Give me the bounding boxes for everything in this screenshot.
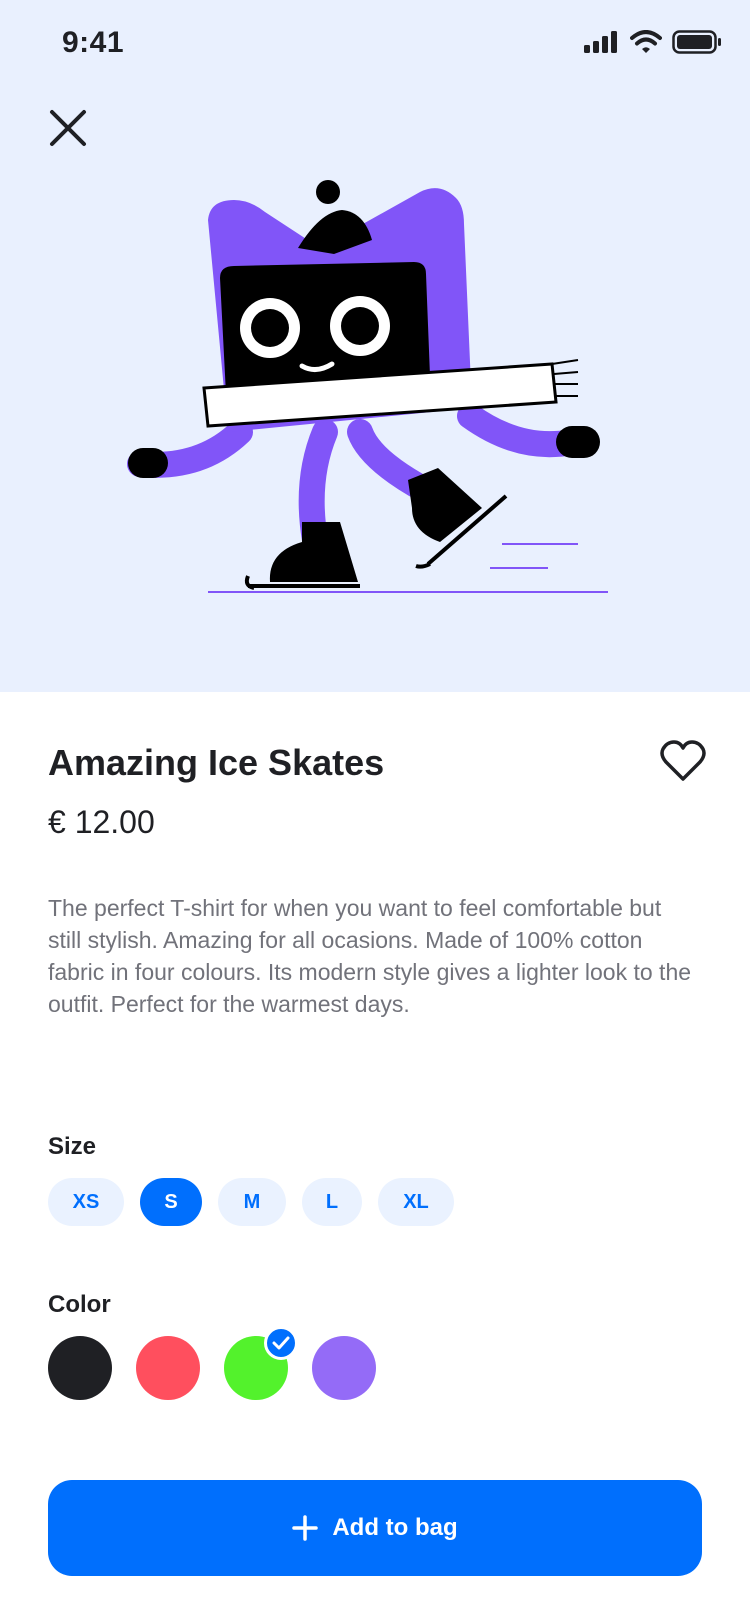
plus-icon <box>292 1515 319 1541</box>
ice-skater-illustration <box>127 180 608 593</box>
heart-icon[interactable] <box>660 740 706 782</box>
color-options <box>48 1326 376 1400</box>
hero-image-area: 9:41 <box>0 0 750 692</box>
size-label: Size <box>48 1133 97 1160</box>
add-to-bag-button[interactable]: Add to bag <box>48 1480 702 1576</box>
status-icons <box>584 30 722 54</box>
color-swatch-green[interactable] <box>224 1326 298 1400</box>
status-time: 9:41 <box>62 26 125 59</box>
size-chip-l[interactable]: L <box>302 1178 362 1226</box>
size-chip-xs[interactable]: XS <box>48 1178 124 1226</box>
size-options: XS S M L XL <box>48 1178 454 1226</box>
product-description: The perfect T-shirt for when you want to… <box>48 895 692 1017</box>
product-price: € 12.00 <box>48 804 155 840</box>
signal-icon <box>584 31 617 53</box>
color-swatch-purple[interactable] <box>312 1336 376 1400</box>
color-swatch-black[interactable] <box>48 1336 112 1400</box>
size-chip-m[interactable]: M <box>218 1178 286 1226</box>
check-icon <box>264 1326 298 1360</box>
color-swatch-red[interactable] <box>136 1336 200 1400</box>
size-chip-s[interactable]: S <box>140 1178 202 1226</box>
add-to-bag-label: Add to bag <box>332 1514 458 1541</box>
battery-icon <box>672 30 721 54</box>
product-title: Amazing Ice Skates <box>48 742 385 783</box>
close-icon[interactable] <box>44 104 92 152</box>
size-chip-xl[interactable]: XL <box>378 1178 454 1226</box>
color-label: Color <box>48 1291 111 1318</box>
wifi-icon <box>630 30 662 53</box>
